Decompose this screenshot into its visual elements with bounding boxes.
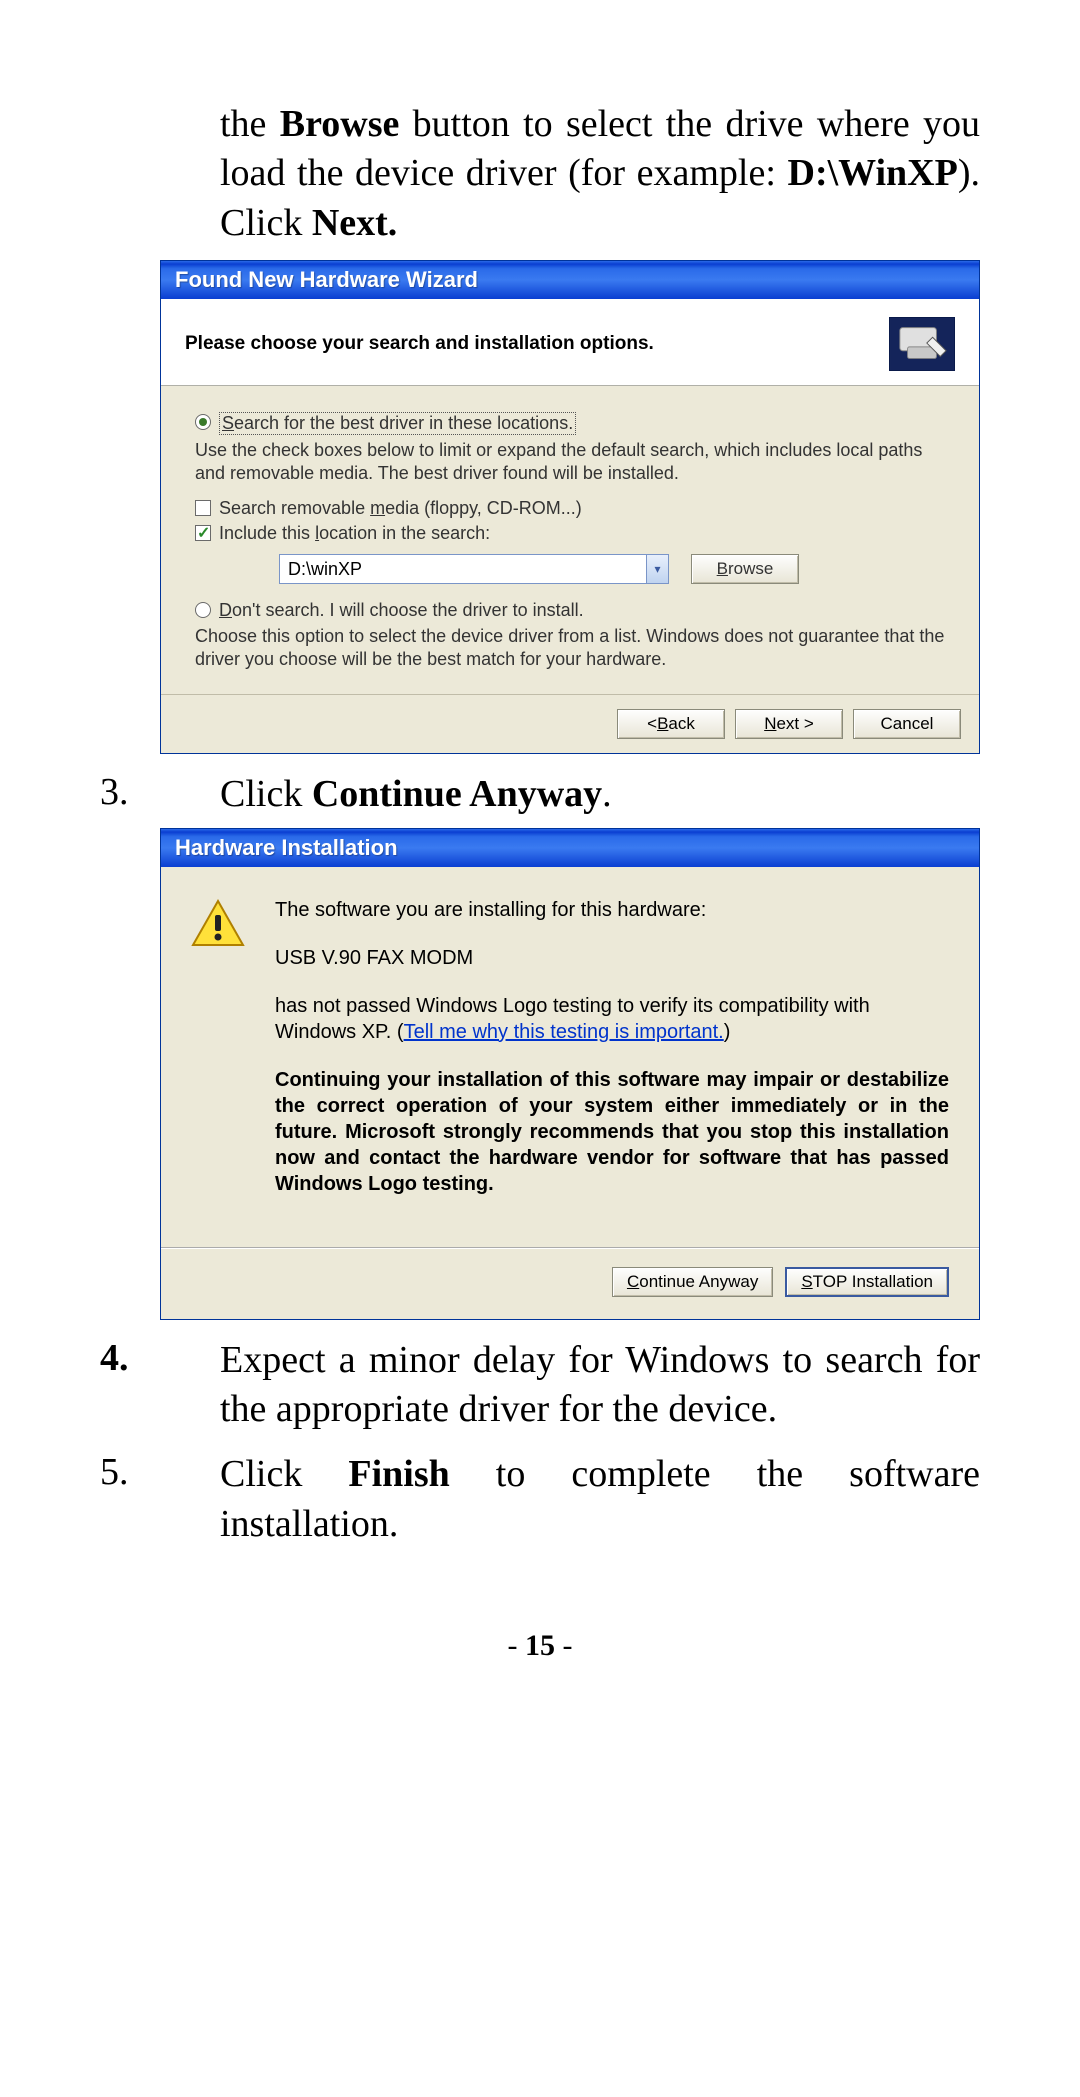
chk1-post: edia (floppy, CD-ROM...) [385, 498, 582, 518]
page-number: - 15 - [100, 1629, 980, 1663]
opt1-rest: earch for the best driver in these locat… [234, 413, 573, 433]
chk2-post: ocation in the search: [319, 523, 490, 543]
intro-path: D:\WinXP [788, 152, 958, 194]
location-combo[interactable]: D:\winXP ▾ [279, 554, 669, 584]
checkbox-removable-box[interactable] [195, 500, 211, 516]
stop-u: S [801, 1272, 812, 1292]
step3-b: Continue Anyway [312, 773, 602, 815]
step-4-number: 4. [100, 1336, 160, 1435]
step-4-text: Expect a minor delay for Windows to sear… [160, 1336, 980, 1435]
pagenum-dash1: - [508, 1629, 526, 1662]
radio-dont-search[interactable]: Don't search. I will choose the driver t… [195, 600, 945, 621]
hw-line2: has not passed Windows Logo testing to v… [275, 993, 949, 1045]
opt2-u: D [219, 600, 232, 620]
radio-dont-search-dot[interactable] [195, 602, 211, 618]
cont-u: C [627, 1272, 639, 1292]
step5-b: Finish [348, 1453, 449, 1495]
next-u: N [764, 714, 776, 734]
radio-search-best-dot[interactable] [195, 414, 211, 430]
browse-button[interactable]: Browse [691, 554, 799, 584]
back-button[interactable]: < Back [617, 709, 725, 739]
step-3-number: 3. [100, 770, 160, 819]
chk2-pre: Include this [219, 523, 315, 543]
hw-titlebar[interactable]: Hardware Installation [161, 829, 979, 867]
hardware-installation-dialog: Hardware Installation The software you a… [160, 828, 980, 1320]
opt2-desc: Choose this option to select the device … [195, 625, 945, 670]
radio-dont-search-label: Don't search. I will choose the driver t… [219, 600, 584, 621]
checkbox-removable-label: Search removable media (floppy, CD-ROM..… [219, 498, 582, 519]
back-u: B [657, 714, 668, 734]
checkbox-removable-media[interactable]: Search removable media (floppy, CD-ROM..… [195, 498, 945, 519]
hw-body: The software you are installing for this… [161, 867, 979, 1229]
wizard-body: Search for the best driver in these loca… [161, 386, 979, 694]
step5-pre: Click [220, 1453, 348, 1495]
checkbox-include-label: Include this location in the search: [219, 523, 490, 544]
next-button[interactable]: Next > [735, 709, 843, 739]
testing-important-link[interactable]: Tell me why this testing is important. [404, 1021, 724, 1043]
wizard-titlebar[interactable]: Found New Hardware Wizard [161, 261, 979, 299]
continue-anyway-button[interactable]: Continue Anyway [612, 1267, 773, 1297]
browse-rest: rowse [728, 559, 773, 579]
chk1-u: m [370, 498, 385, 518]
wizard-header: Please choose your search and installati… [161, 299, 979, 386]
hw-device: USB V.90 FAX MODM [275, 945, 949, 971]
checkbox-include-box[interactable] [195, 525, 211, 541]
wizard-header-text: Please choose your search and installati… [185, 333, 654, 355]
intro-pre: the [220, 103, 280, 145]
back-pre: < [647, 714, 657, 734]
step3-pre: Click [220, 773, 312, 815]
radio-search-best-label: Search for the best driver in these loca… [219, 412, 576, 435]
step-5-text: Click Finish to complete the software in… [160, 1450, 980, 1549]
step-5-number: 5. [100, 1450, 160, 1549]
step-3-text: Click Continue Anyway. [160, 770, 980, 819]
hw-footer: Continue Anyway STOP Installation [161, 1261, 979, 1319]
cont-rest: ontinue Anyway [639, 1272, 758, 1292]
opt1-mnemonic: S [222, 413, 234, 433]
wizard-footer: < Back Next > Cancel [161, 694, 979, 753]
intro-next: Next. [312, 202, 397, 244]
warning-icon [191, 897, 245, 1219]
hw-line2-post: ) [724, 1021, 731, 1043]
found-new-hardware-dialog: Found New Hardware Wizard Please choose … [160, 260, 980, 754]
hw-line1: The software you are installing for this… [275, 897, 949, 923]
chevron-down-icon[interactable]: ▾ [646, 555, 668, 583]
opt2-rest: on't search. I will choose the driver to… [232, 600, 584, 620]
step3-post: . [602, 773, 612, 815]
wizard-header-icon [889, 317, 955, 371]
stop-installation-button[interactable]: STOP Installation [785, 1267, 949, 1297]
hw-strong: Continuing your installation of this sof… [275, 1067, 949, 1197]
pagenum-dash2: - [555, 1629, 573, 1662]
radio-search-best[interactable]: Search for the best driver in these loca… [195, 412, 945, 435]
hw-divider [161, 1247, 979, 1249]
hw-text: The software you are installing for this… [275, 897, 949, 1219]
intro-paragraph: the Browse button to select the drive wh… [100, 100, 980, 248]
stop-rest: TOP Installation [813, 1272, 933, 1292]
chk1-pre: Search removable [219, 498, 370, 518]
pagenum-num: 15 [525, 1629, 555, 1662]
cancel-button[interactable]: Cancel [853, 709, 961, 739]
opt1-desc: Use the check boxes below to limit or ex… [195, 439, 945, 484]
back-rest: ack [668, 714, 694, 734]
location-combo-value: D:\winXP [280, 559, 646, 580]
checkbox-include-location[interactable]: Include this location in the search: [195, 523, 945, 544]
browse-u: B [717, 559, 728, 579]
intro-browse: Browse [280, 103, 400, 145]
next-rest: ext > [776, 714, 813, 734]
